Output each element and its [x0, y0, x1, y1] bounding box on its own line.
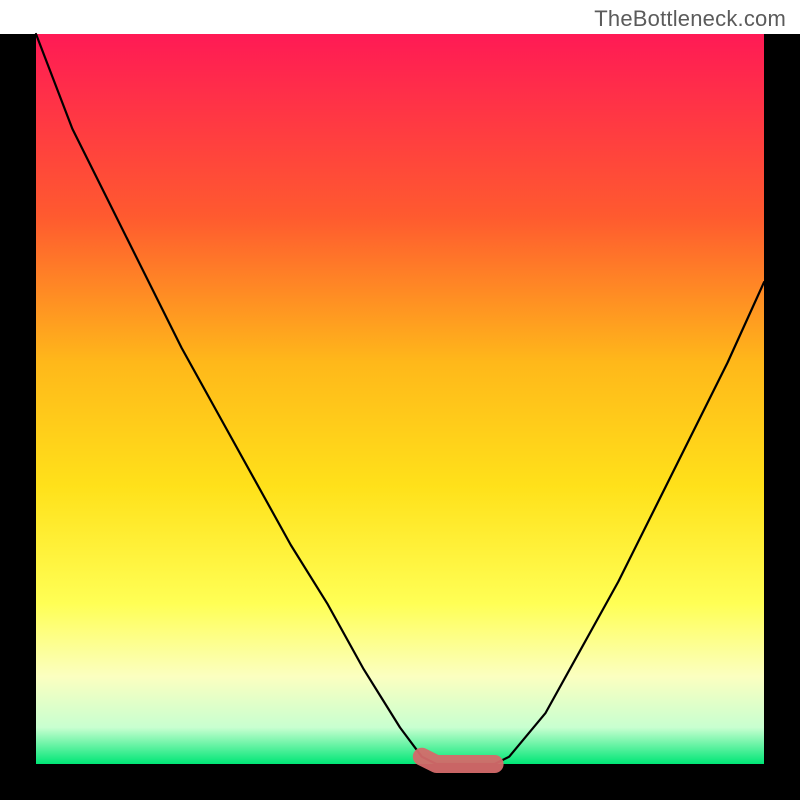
- watermark-text: TheBottleneck.com: [594, 6, 786, 32]
- chart-container: TheBottleneck.com: [0, 0, 800, 800]
- plot-area: [0, 0, 800, 800]
- sweet-spot-highlight: [422, 757, 495, 764]
- chart-svg: [0, 0, 800, 800]
